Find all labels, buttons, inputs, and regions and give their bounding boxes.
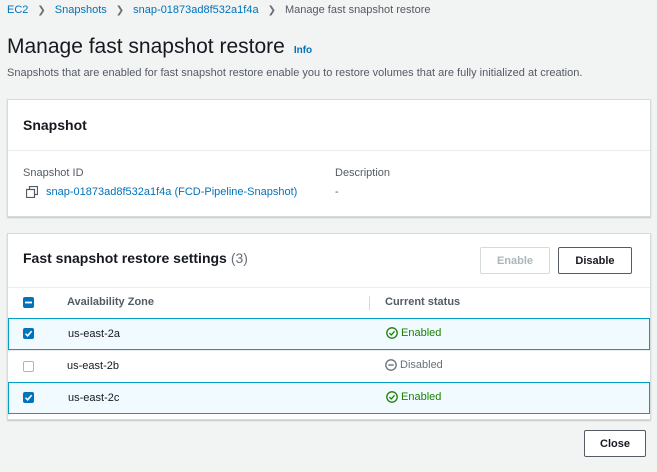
status-positive-icon (386, 391, 398, 403)
copy-icon[interactable] (26, 186, 38, 198)
fsr-settings-title: Fast snapshot restore settings (3) (23, 250, 248, 266)
description-label: Description (335, 167, 391, 179)
snapshot-card-title: Snapshot (23, 117, 87, 133)
row-checkbox[interactable] (23, 361, 34, 372)
close-button[interactable]: Close (584, 430, 646, 457)
row-checkbox[interactable] (23, 392, 34, 403)
status-cell: Enabled (386, 391, 441, 403)
status-positive-icon (386, 327, 398, 339)
column-header-availability-zone[interactable]: Availability Zone (67, 296, 154, 308)
enable-button[interactable]: Enable (480, 247, 550, 274)
snapshot-card: Snapshot Snapshot ID snap-01873ad8f532a1… (7, 99, 651, 217)
fsr-settings-title-text: Fast snapshot restore settings (23, 250, 227, 266)
breadcrumb: EC2 ❯ Snapshots ❯ snap-01873ad8f532a1f4a… (7, 2, 431, 18)
description-value: - (335, 186, 339, 198)
breadcrumb-snapshots[interactable]: Snapshots (55, 4, 107, 16)
table-row[interactable]: us-east-2a Enabled (8, 318, 650, 350)
chevron-right-icon: ❯ (115, 4, 125, 16)
status-text: Disabled (400, 359, 443, 371)
chevron-right-icon: ❯ (267, 4, 276, 16)
status-cell: Enabled (386, 327, 441, 339)
availability-zone-cell: us-east-2a (68, 328, 120, 340)
status-cell: Disabled (385, 359, 443, 371)
disable-button[interactable]: Disable (558, 247, 632, 274)
info-link[interactable]: Info (294, 45, 312, 56)
table-row[interactable]: us-east-2c Enabled (8, 382, 650, 414)
status-text: Enabled (401, 391, 442, 403)
availability-zone-cell: us-east-2b (67, 360, 119, 372)
availability-zone-cell: us-east-2c (68, 392, 120, 404)
column-header-current-status[interactable]: Current status (385, 296, 460, 308)
snapshot-card-header: Snapshot (8, 100, 650, 151)
breadcrumb-ec2[interactable]: EC2 (7, 4, 28, 16)
status-text: Enabled (401, 327, 442, 339)
column-divider (369, 296, 370, 310)
page-title: Manage fast snapshot restore (7, 35, 285, 58)
snapshot-id-label: Snapshot ID (23, 167, 84, 179)
page-header: Manage fast snapshot restore Info (7, 35, 312, 59)
snapshot-id-link[interactable]: snap-01873ad8f532a1f4a (FCD-Pipeline-Sna… (26, 186, 297, 198)
select-all-checkbox[interactable] (23, 297, 34, 308)
snapshot-id-value[interactable]: snap-01873ad8f532a1f4a (FCD-Pipeline-Sna… (46, 186, 297, 198)
row-checkbox[interactable] (23, 328, 34, 339)
page-description: Snapshots that are enabled for fast snap… (7, 67, 583, 79)
table-row[interactable]: us-east-2b Disabled (8, 350, 650, 382)
breadcrumb-snapshot-id[interactable]: snap-01873ad8f532a1f4a (133, 4, 258, 16)
table-header: Availability Zone Current status (8, 287, 650, 317)
breadcrumb-current: Manage fast snapshot restore (284, 4, 431, 16)
status-stopped-icon (385, 359, 397, 371)
chevron-right-icon: ❯ (37, 4, 46, 16)
fsr-settings-count: (3) (230, 250, 248, 266)
fsr-settings-card: Fast snapshot restore settings (3) Enable… (7, 233, 651, 420)
